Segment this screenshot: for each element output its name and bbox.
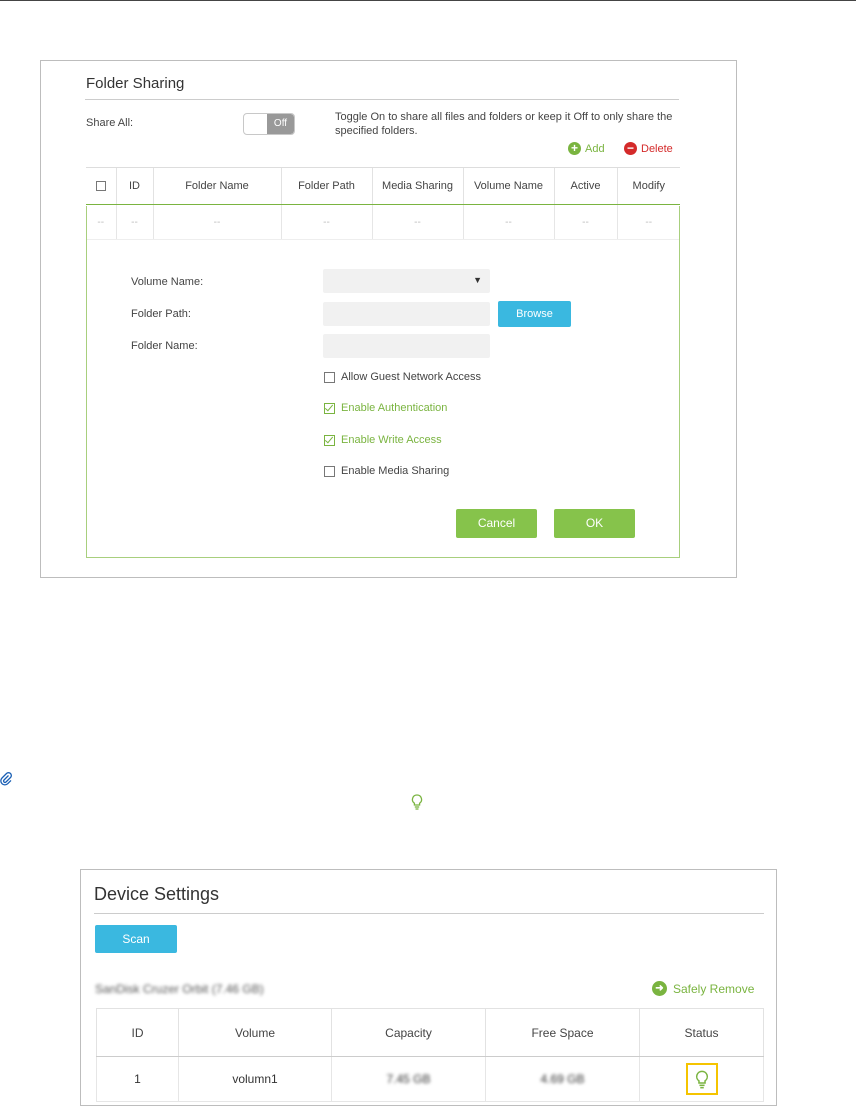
folder-path-input[interactable] [323,302,490,326]
enable-media-checkbox[interactable]: Enable Media Sharing [324,465,449,477]
allow-guest-label: Allow Guest Network Access [341,371,481,383]
delete-label: Delete [641,142,673,155]
browse-button[interactable]: Browse [498,301,571,327]
enable-write-checkbox[interactable]: Enable Write Access [324,434,442,446]
device-settings-panel: Device Settings Scan SanDisk Cruzer Orbi… [80,869,777,1106]
allow-guest-checkbox[interactable]: Allow Guest Network Access [324,371,481,383]
table-row: 1 volumn1 7.45 GB 4.69 GB [96,1056,764,1102]
volume-cell: volumn1 [178,1056,332,1102]
column-header: ID [115,167,153,205]
share-all-toggle[interactable]: Off [243,113,295,135]
add-button[interactable]: + Add [568,142,605,155]
column-header: Modify [616,167,680,205]
dropdown-arrow-icon: ▼ [473,275,482,285]
folder-name-input[interactable] [323,334,490,358]
drive-label: SanDisk Cruzer Orbit (7.46 GB) [95,982,264,996]
column-header: Free Space [485,1008,640,1057]
status-toggle[interactable] [685,1063,718,1095]
plus-circle-icon: + [568,142,581,155]
column-header: Capacity [331,1008,486,1057]
column-header: Media Sharing [371,167,463,205]
volume-name-select[interactable]: ▼ [323,269,490,293]
select-all-checkbox[interactable] [95,181,106,192]
table-header-row: ID Folder Name Folder Path Media Sharing… [86,167,680,205]
enable-auth-label: Enable Authentication [341,402,448,414]
folder-name-label: Folder Name: [131,340,198,352]
enable-media-label: Enable Media Sharing [341,465,450,477]
folder-sharing-title: Folder Sharing [86,75,185,92]
add-label: Add [585,142,605,155]
share-all-description: Toggle On to share all files and folders… [335,111,673,137]
checkbox-checked-icon [324,434,335,446]
volume-name-label: Volume Name: [131,276,204,288]
column-header: ID [96,1008,179,1057]
lightbulb-icon [411,794,423,815]
folder-path-label: Folder Path: [131,308,191,320]
status-cell [639,1056,764,1102]
column-header: Folder Path [280,167,372,205]
id-cell: 1 [96,1056,179,1102]
title-divider [94,913,764,914]
delete-button[interactable]: − Delete [624,142,673,155]
toggle-state: Off [267,114,294,134]
lightbulb-icon [695,1070,708,1088]
title-divider [85,99,679,100]
capacity-cell: 7.45 GB [331,1056,486,1102]
device-settings-title: Device Settings [94,884,220,904]
select-all-cell [86,167,116,205]
enable-write-label: Enable Write Access [341,434,442,446]
safely-remove-button[interactable]: ➜ Safely Remove [652,981,754,996]
arrow-right-circle-icon: ➜ [652,981,667,996]
share-all-label: Share All: [86,117,134,129]
checkbox-unchecked-icon [324,465,335,477]
column-header: Volume [178,1008,332,1057]
column-header: Folder Name [152,167,281,205]
column-header: Volume Name [462,167,554,205]
cancel-button[interactable]: Cancel [456,509,537,538]
enable-auth-checkbox[interactable]: Enable Authentication [324,402,447,414]
column-header: Status [639,1008,764,1057]
scan-button[interactable]: Scan [95,925,177,953]
paperclip-icon [0,772,12,789]
ok-button[interactable]: OK [554,509,635,538]
table-header-row: ID Volume Capacity Free Space Status [96,1008,764,1057]
folder-sharing-panel: Folder Sharing Share All: Off Toggle On … [40,60,737,578]
top-rule [0,0,856,1]
checkbox-unchecked-icon [324,371,335,383]
safely-remove-label: Safely Remove [673,981,755,996]
column-header: Active [553,167,617,205]
checkbox-checked-icon [324,402,335,414]
device-table: ID Volume Capacity Free Space Status 1 v… [96,1008,764,1102]
minus-circle-icon: − [624,142,637,155]
free-space-cell: 4.69 GB [485,1056,640,1102]
